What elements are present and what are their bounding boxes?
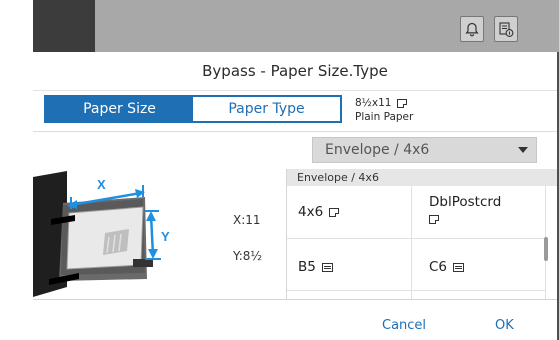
landscape-envelope-icon [453, 262, 465, 272]
paper-illustration-panel: X Y X:11 Y:8½ [33, 169, 286, 299]
status-strip-dark [33, 0, 95, 52]
current-type: Plain Paper [355, 111, 414, 123]
dialog-title: Bypass - Paper Size.Type [33, 52, 557, 91]
paper-size-dialog: Bypass - Paper Size.Type Paper Size Pape… [33, 52, 557, 340]
dialog-footer: Cancel OK [33, 299, 557, 340]
dimension-y: Y:8½ [233, 249, 263, 263]
size-option-label: C6 [429, 259, 448, 275]
size-option-label: 4x6 [298, 204, 324, 220]
job-status-icon[interactable] [494, 16, 518, 42]
x-dimension-label: X [97, 177, 106, 192]
size-option-b5[interactable]: B5 [287, 239, 412, 291]
landscape-envelope-icon [321, 262, 333, 272]
chevron-down-icon [518, 147, 528, 153]
portrait-envelope-icon [429, 214, 439, 224]
grid-header: Envelope / 4x6 [287, 169, 557, 186]
top-status-bar [95, 0, 559, 52]
paper-size-grid: Envelope / 4x6 4x6 DblPostcrd B5 C6 [286, 169, 557, 311]
current-setting: 8½x11 Plain Paper [355, 96, 413, 124]
dropdown-selected-value: Envelope / 4x6 [325, 142, 430, 158]
tab-bar: Paper Size Paper Type [44, 95, 342, 123]
portrait-envelope-icon [329, 207, 340, 217]
tab-paper-size[interactable]: Paper Size [46, 97, 193, 121]
dimension-x: X:11 [233, 213, 261, 227]
paper-category-dropdown[interactable]: Envelope / 4x6 [312, 137, 537, 163]
y-dimension-label: Y [161, 229, 170, 244]
cancel-button[interactable]: Cancel [382, 318, 426, 333]
grid-scrollbar[interactable] [544, 237, 548, 261]
ok-button[interactable]: OK [495, 318, 514, 333]
portrait-envelope-icon [397, 98, 408, 108]
current-size: 8½x11 [355, 97, 392, 109]
size-option-label: DblPostcrd [429, 194, 502, 210]
tab-paper-type[interactable]: Paper Type [193, 97, 340, 121]
left-margin [0, 0, 33, 340]
size-option-4x6[interactable]: 4x6 [287, 186, 412, 239]
bell-icon[interactable] [460, 16, 484, 42]
paper-feed-illustration: X Y [33, 169, 183, 299]
size-option-dblpostcrd[interactable]: DblPostcrd [412, 186, 546, 239]
size-option-c6[interactable]: C6 [412, 239, 546, 291]
size-option-label: B5 [298, 259, 316, 275]
divider [33, 131, 557, 132]
